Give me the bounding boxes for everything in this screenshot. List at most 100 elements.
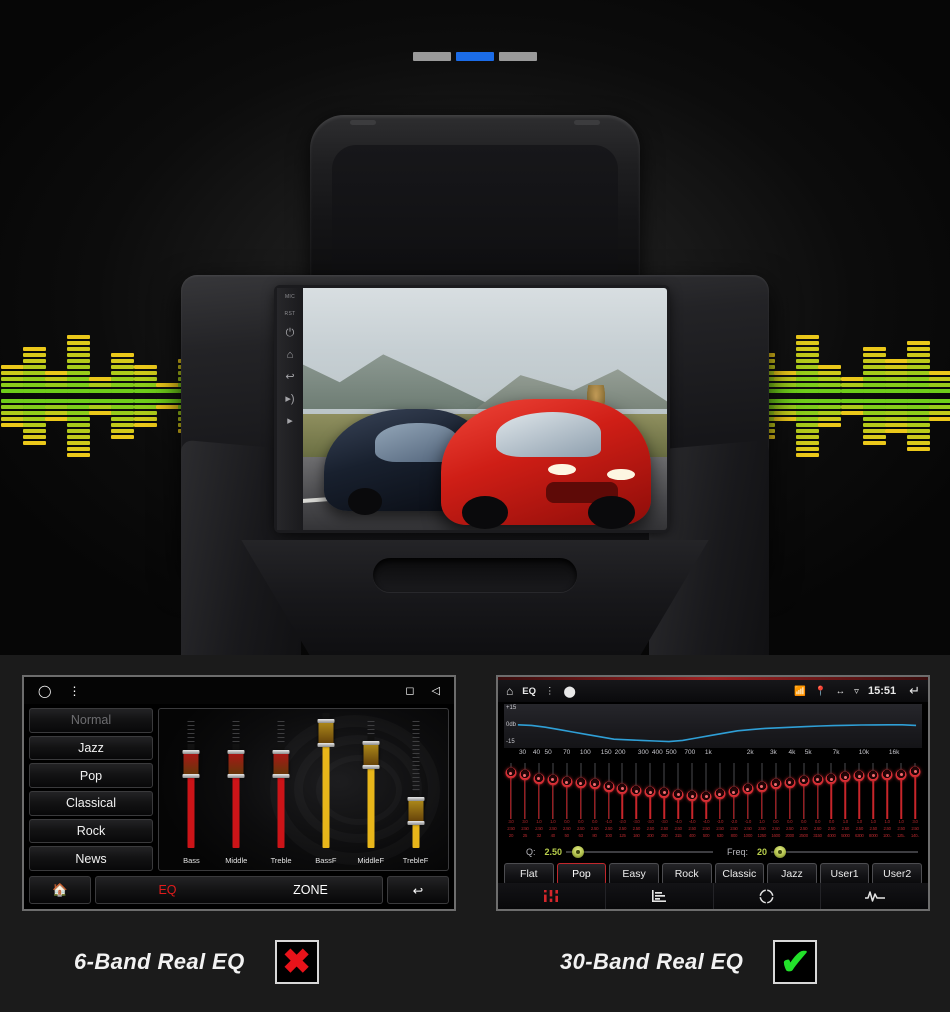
band-knob[interactable] bbox=[658, 787, 670, 799]
fader-knob[interactable] bbox=[272, 750, 290, 779]
preset-classical[interactable]: Classical bbox=[29, 791, 153, 816]
head-unit-side-keys[interactable]: MIC RST ⏻ ⌂ ↩ ▸) ▸ bbox=[277, 288, 303, 530]
fader-treble[interactable]: Treble bbox=[264, 709, 298, 866]
home-button[interactable]: 🏠 bbox=[29, 876, 91, 904]
fader-treblef[interactable]: TrebleF bbox=[399, 709, 433, 866]
band-slider[interactable] bbox=[504, 763, 517, 819]
eq-preset-jazz[interactable]: Jazz bbox=[767, 863, 817, 885]
band-slider[interactable] bbox=[630, 763, 643, 819]
band-knob[interactable] bbox=[728, 786, 740, 798]
home-icon[interactable]: ⌂ bbox=[506, 684, 513, 698]
balance-circle-icon[interactable] bbox=[714, 883, 822, 909]
band-slider[interactable] bbox=[881, 763, 894, 819]
volume-up-icon[interactable]: ▸) bbox=[285, 394, 294, 405]
bar-levels-icon[interactable] bbox=[606, 883, 714, 909]
fader-bassf[interactable]: BassF bbox=[309, 709, 343, 866]
band-slider[interactable] bbox=[797, 763, 810, 819]
band-slider[interactable] bbox=[644, 763, 657, 819]
band-slider[interactable] bbox=[867, 763, 880, 819]
preset-rock[interactable]: Rock bbox=[29, 818, 153, 844]
pagination-dot[interactable] bbox=[499, 52, 537, 61]
band-slider[interactable] bbox=[574, 763, 587, 819]
band-knob[interactable] bbox=[616, 783, 628, 795]
band-knob[interactable] bbox=[700, 791, 712, 803]
eq-preset-pop[interactable]: Pop bbox=[556, 863, 607, 885]
zone-tab[interactable]: ZONE bbox=[239, 883, 382, 897]
eq-preset-user1[interactable]: User1 bbox=[819, 863, 870, 885]
band-slider[interactable] bbox=[546, 763, 559, 819]
band-knob[interactable] bbox=[742, 783, 754, 795]
back-triangle-icon[interactable]: ◁ bbox=[432, 684, 440, 697]
band-knob[interactable] bbox=[853, 770, 865, 782]
fader-knob[interactable] bbox=[317, 718, 335, 747]
band-knob[interactable] bbox=[825, 773, 837, 785]
band-knob[interactable] bbox=[533, 773, 545, 785]
bottom-nav-bar[interactable] bbox=[498, 883, 928, 909]
band-slider[interactable] bbox=[853, 763, 866, 819]
band-slider[interactable] bbox=[518, 763, 531, 819]
band-knob[interactable] bbox=[589, 778, 601, 790]
mode-switch-group[interactable]: EQ ZONE bbox=[95, 876, 383, 904]
band-knob[interactable] bbox=[756, 781, 768, 793]
band-slider[interactable] bbox=[909, 763, 922, 819]
fader-group[interactable]: Bass Middle Treble BassF MiddleF TrebleF bbox=[159, 709, 448, 870]
back-arrow-icon[interactable]: ↵ bbox=[909, 683, 920, 699]
band-knob[interactable] bbox=[575, 777, 587, 789]
band-slider[interactable] bbox=[895, 763, 908, 819]
band-knob[interactable] bbox=[561, 776, 573, 788]
band-slider[interactable] bbox=[713, 763, 726, 819]
band-slider[interactable] bbox=[616, 763, 629, 819]
band-slider[interactable] bbox=[839, 763, 852, 819]
band-slider[interactable] bbox=[783, 763, 796, 819]
band-slider[interactable] bbox=[560, 763, 573, 819]
band-slider[interactable] bbox=[811, 763, 824, 819]
band-knob[interactable] bbox=[839, 771, 851, 783]
preset-normal[interactable]: Normal bbox=[29, 708, 153, 733]
record-dot-icon[interactable]: ⬤ bbox=[563, 685, 575, 698]
eq-preset-rock[interactable]: Rock bbox=[661, 863, 712, 885]
band-knob[interactable] bbox=[519, 769, 531, 781]
fader-middlef[interactable]: MiddleF bbox=[354, 709, 388, 866]
eq-preset-user2[interactable]: User2 bbox=[872, 863, 922, 885]
band-slider[interactable] bbox=[658, 763, 671, 819]
home-icon[interactable]: ⌂ bbox=[287, 350, 294, 361]
overflow-menu-icon[interactable]: ⋮ bbox=[545, 686, 555, 697]
fader-panel[interactable]: Bass Middle Treble BassF MiddleF TrebleF bbox=[158, 708, 449, 871]
band-slider[interactable] bbox=[588, 763, 601, 819]
square-recents-icon[interactable]: ◻ bbox=[405, 684, 414, 697]
fader-knob[interactable] bbox=[407, 797, 425, 826]
equalizer-mixer-icon[interactable] bbox=[498, 883, 606, 909]
band-knob[interactable] bbox=[714, 788, 726, 800]
band-slider[interactable] bbox=[686, 763, 699, 819]
back-icon[interactable]: ↩ bbox=[285, 372, 294, 383]
preset-pop[interactable]: Pop bbox=[29, 763, 153, 789]
band-knob[interactable] bbox=[644, 786, 656, 798]
band-slider[interactable] bbox=[602, 763, 615, 819]
pagination-indicator[interactable] bbox=[0, 52, 950, 61]
band-knob[interactable] bbox=[630, 785, 642, 797]
pagination-dot[interactable] bbox=[456, 52, 494, 61]
band-knob[interactable] bbox=[798, 775, 810, 787]
freq-slider-handle[interactable] bbox=[773, 845, 786, 858]
band-knob[interactable] bbox=[770, 778, 782, 790]
q-slider-handle[interactable] bbox=[571, 845, 584, 858]
band-knob[interactable] bbox=[603, 781, 614, 793]
overflow-menu-icon[interactable]: ⋮ bbox=[68, 684, 80, 698]
eq-tab[interactable]: EQ bbox=[96, 883, 239, 897]
band-slider[interactable] bbox=[532, 763, 545, 819]
band-knob[interactable] bbox=[505, 767, 517, 779]
fader-knob[interactable] bbox=[362, 740, 380, 769]
band-slider[interactable] bbox=[825, 763, 838, 819]
head-unit-display[interactable] bbox=[277, 288, 667, 530]
band-slider[interactable] bbox=[727, 763, 740, 819]
pagination-dot[interactable] bbox=[413, 52, 451, 61]
band-slider[interactable] bbox=[769, 763, 782, 819]
waveform-icon[interactable] bbox=[821, 883, 928, 909]
volume-down-icon[interactable]: ▸ bbox=[287, 416, 293, 427]
band-knob[interactable] bbox=[867, 770, 879, 782]
band-knob[interactable] bbox=[672, 789, 684, 801]
band-knob[interactable] bbox=[812, 774, 823, 786]
band-knob[interactable] bbox=[686, 790, 698, 802]
recent-circle-icon[interactable]: ◯ bbox=[38, 684, 51, 698]
fader-knob[interactable] bbox=[182, 750, 200, 779]
